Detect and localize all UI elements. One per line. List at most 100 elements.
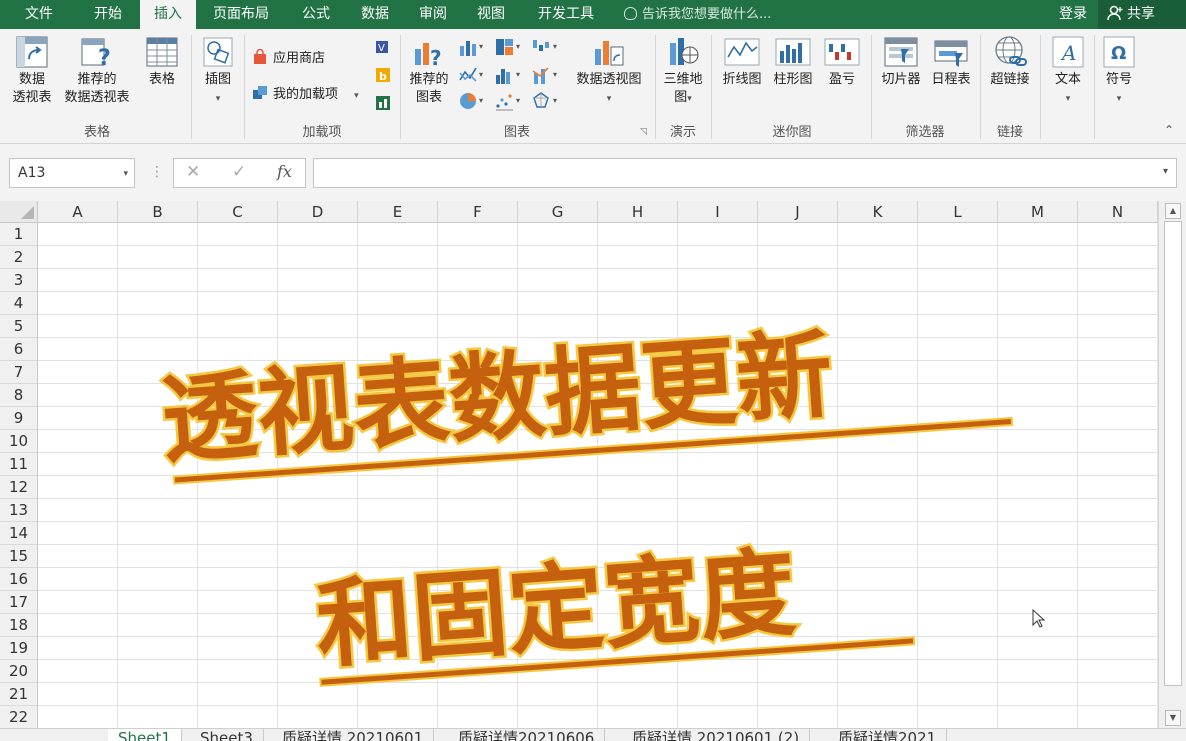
share-button[interactable]: 共享 [1098,0,1186,29]
sheet-tab[interactable]: 质疑详情20210606 [448,729,606,741]
tab-home[interactable]: 开始 [80,0,136,29]
slicer-button[interactable]: 切片器 [876,35,926,89]
collapse-ribbon-icon[interactable]: ⌃ [1164,123,1174,137]
column-header[interactable]: A [38,201,118,223]
combo-chart-icon[interactable]: ▾ [532,65,562,85]
column-header[interactable]: H [598,201,678,223]
line-chart-icon[interactable]: ▾ [459,65,489,85]
row-header[interactable]: 7 [0,361,38,384]
login-link[interactable]: 登录 [1059,0,1087,29]
row-header[interactable]: 4 [0,292,38,315]
row-header[interactable]: 17 [0,591,38,614]
svg-text:▾: ▾ [479,96,483,105]
radar-chart-icon[interactable]: ▾ [532,91,562,111]
row-header[interactable]: 16 [0,568,38,591]
scroll-thumb[interactable] [1164,221,1182,686]
illustrations-button[interactable]: 插图 ▾ [196,35,240,108]
my-addins-button[interactable]: 我的加载项 ▾ [252,85,359,105]
table-icon [146,37,178,67]
column-header[interactable]: D [278,201,358,223]
sheet-tab[interactable]: Sheet3 [190,729,264,741]
row-header[interactable]: 10 [0,430,38,453]
dialog-launcher-icon[interactable]: ◹ [640,127,647,137]
tab-developer[interactable]: 开发工具 [524,0,608,29]
pivottable-button[interactable]: 数据 透视表 [6,35,58,107]
text-button[interactable]: A 文本 ▾ [1045,35,1091,108]
sparkline-column-button[interactable]: 柱形图 [768,35,818,89]
bing-icon[interactable]: b [375,67,391,83]
column-header[interactable]: N [1078,201,1158,223]
scatter-chart-icon[interactable]: ▾ [495,91,525,111]
statistic-chart-icon[interactable]: ▾ [495,65,525,85]
row-header[interactable]: 6 [0,338,38,361]
row-header[interactable]: 13 [0,499,38,522]
column-header[interactable]: J [758,201,838,223]
pie-chart-icon[interactable]: ▾ [459,91,489,111]
scroll-down-icon[interactable]: ▼ [1165,710,1181,726]
column-chart-icon[interactable]: ▾ [459,37,489,57]
recommended-pivottables-button[interactable]: ? 推荐的 数据透视表 [58,35,136,107]
enter-icon[interactable]: ✓ [232,162,246,182]
row-header[interactable]: 12 [0,476,38,499]
row-header[interactable]: 3 [0,269,38,292]
row-header[interactable]: 20 [0,660,38,683]
scroll-up-icon[interactable]: ▲ [1165,203,1181,219]
row-header[interactable]: 19 [0,637,38,660]
sheet-tab[interactable]: 质疑详情 20210601 [272,729,435,741]
sheet-tab-sheet1[interactable]: Sheet1 [108,729,182,741]
column-header[interactable]: K [838,201,918,223]
people-graph-icon[interactable] [375,95,391,111]
sheet-tab[interactable]: 质疑详情2021 [828,729,948,741]
tab-insert[interactable]: 插入 [140,0,196,29]
tab-page-layout[interactable]: 页面布局 [200,0,282,29]
row-header[interactable]: 21 [0,683,38,706]
row-header[interactable]: 18 [0,614,38,637]
row-header[interactable]: 11 [0,453,38,476]
row-header[interactable]: 5 [0,315,38,338]
sparkline-winloss-button[interactable]: 盈亏 [822,35,862,89]
row-header[interactable]: 14 [0,522,38,545]
waterfall-chart-icon[interactable]: ▾ [532,37,562,57]
worksheet-grid[interactable]: A B C D E F G H I J K L M N 1 2 3 4 5 6 … [0,201,1186,728]
column-header[interactable]: C [198,201,278,223]
cell-area[interactable] [38,223,1158,728]
3d-map-button[interactable]: 三维地 图▾ [658,35,708,108]
store-button[interactable]: 应用商店 [252,48,325,68]
column-header[interactable]: M [998,201,1078,223]
symbols-button[interactable]: Ω 符号 ▾ [1097,35,1141,108]
tab-file[interactable]: 文件 [10,0,68,29]
visio-icon[interactable]: V [375,39,391,55]
table-button[interactable]: 表格 [140,35,184,89]
hyperlink-button[interactable]: 超链接 [984,35,1036,89]
column-header[interactable]: B [118,201,198,223]
insert-function-icon[interactable]: fx [277,162,292,181]
column-header[interactable]: L [918,201,998,223]
tab-formulas[interactable]: 公式 [288,0,344,29]
cancel-icon[interactable]: ✕ [186,162,200,182]
hierarchy-chart-icon[interactable]: ▾ [495,37,525,57]
row-header[interactable]: 15 [0,545,38,568]
select-all-button[interactable] [0,201,38,223]
sparkline-line-button[interactable]: 折线图 [716,35,768,89]
row-header[interactable]: 2 [0,246,38,269]
chevron-down-icon[interactable]: ▾ [1163,166,1168,177]
recommended-charts-button[interactable]: ? 推荐的 图表 [404,35,454,107]
column-header[interactable]: E [358,201,438,223]
timeline-button[interactable]: 日程表 [926,35,976,89]
column-header[interactable]: G [518,201,598,223]
tab-data[interactable]: 数据 [348,0,402,29]
tab-review[interactable]: 审阅 [406,0,460,29]
tell-me-box[interactable]: 告诉我您想要做什么... [624,0,771,29]
sheet-tab[interactable]: 质疑详情 20210601 (2) [622,729,811,741]
row-header[interactable]: 8 [0,384,38,407]
formula-input[interactable]: ▾ [313,158,1177,188]
name-box[interactable]: A13 ▾ [9,158,135,188]
pivotchart-button[interactable]: 数据透视图 ▾ [568,35,650,108]
row-header[interactable]: 1 [0,223,38,246]
row-header[interactable]: 22 [0,706,38,728]
vertical-scrollbar[interactable]: ▲ ▼ [1158,201,1186,728]
row-header[interactable]: 9 [0,407,38,430]
column-header[interactable]: F [438,201,518,223]
tab-view[interactable]: 视图 [464,0,518,29]
column-header[interactable]: I [678,201,758,223]
